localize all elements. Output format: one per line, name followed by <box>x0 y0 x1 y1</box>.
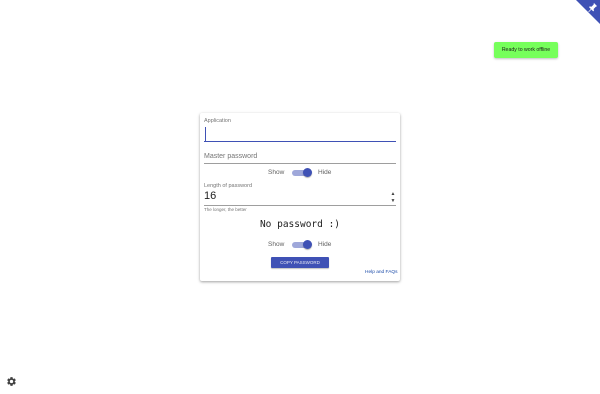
help-faq-link[interactable]: Help and FAQs <box>365 270 398 275</box>
copy-password-button[interactable]: COPY PASSWORD <box>271 257 329 268</box>
master-password-visibility-toggle: Show Hide <box>200 167 400 179</box>
length-spinner: ▲ ▼ <box>390 191 396 205</box>
length-helper-text: The longer, the better <box>204 207 247 212</box>
app-page: Ready to work offline Application Master… <box>0 0 600 394</box>
offline-status-badge: Ready to work offline <box>494 42 558 58</box>
application-input-underline <box>204 141 396 142</box>
master-password-input[interactable]: Master password <box>204 151 396 163</box>
length-input[interactable] <box>204 189 396 205</box>
length-underline <box>204 205 396 206</box>
pin-icon <box>588 2 598 13</box>
show-label: Show <box>268 169 285 176</box>
increment-arrow-icon[interactable]: ▲ <box>390 191 396 197</box>
generated-password-display: No password :) <box>259 219 341 230</box>
length-value: 16 <box>204 190 217 202</box>
result-visibility-toggle: Show Hide <box>200 239 400 251</box>
hide-label: Hide <box>318 241 332 248</box>
master-password-placeholder: Master password <box>204 153 258 160</box>
password-generator-card: Application Master password Show Hide Le… <box>200 113 400 281</box>
master-password-underline <box>204 163 396 164</box>
gear-icon[interactable] <box>6 376 17 387</box>
visibility-switch-thumb[interactable] <box>303 168 312 177</box>
application-input[interactable] <box>204 123 396 141</box>
hide-label: Hide <box>318 169 332 176</box>
visibility-switch-thumb[interactable] <box>303 240 312 249</box>
decrement-arrow-icon[interactable]: ▼ <box>390 198 396 204</box>
corner-pin-button[interactable] <box>576 0 600 24</box>
show-label: Show <box>268 241 285 248</box>
text-cursor <box>205 127 206 141</box>
